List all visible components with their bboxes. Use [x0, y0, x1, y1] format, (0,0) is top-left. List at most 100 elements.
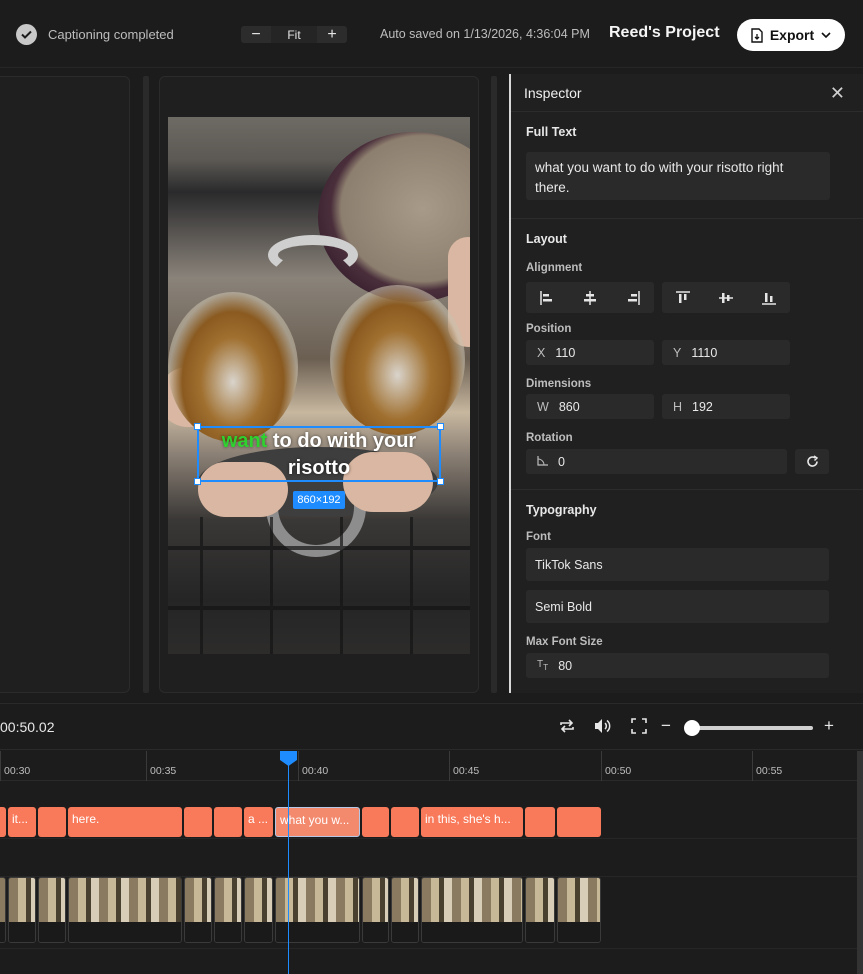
align-left-icon[interactable] — [532, 287, 562, 309]
clip-thumbnails — [558, 878, 600, 924]
caption-clip[interactable]: in this, she's h... — [421, 807, 523, 837]
timeline-zoom-in-icon[interactable]: + — [824, 716, 834, 736]
timeline-scrollbar[interactable] — [857, 751, 863, 974]
video-clip[interactable] — [421, 877, 523, 943]
position-y-field[interactable]: Y 1110 — [662, 340, 790, 365]
video-clip[interactable] — [244, 877, 273, 943]
export-button[interactable]: Export — [737, 19, 845, 51]
reset-rotation-button[interactable] — [795, 449, 829, 474]
resize-handle-bottom-left[interactable] — [194, 478, 201, 485]
clip-thumbnails — [245, 878, 272, 924]
timeline-zoom-out-icon[interactable]: − — [661, 716, 671, 736]
clip-thumbnails — [215, 878, 241, 924]
max-font-size-field[interactable]: TT 80 — [526, 653, 829, 678]
horizontal-alignment-group — [526, 282, 654, 313]
full-text-section: Full Text what you want to do with your … — [511, 112, 863, 219]
timeline-zoom-slider-track[interactable] — [686, 726, 813, 730]
full-text-input[interactable]: what you want to do with your risotto ri… — [526, 152, 830, 200]
zoom-fit-button[interactable]: Fit — [271, 26, 317, 43]
video-clip[interactable] — [362, 877, 389, 943]
caption-clip[interactable] — [362, 807, 389, 837]
inspector-title: Inspector — [524, 85, 582, 101]
caption-clip[interactable] — [557, 807, 601, 837]
video-clip[interactable] — [214, 877, 242, 943]
caption-clip[interactable] — [525, 807, 555, 837]
zoom-out-button[interactable]: − — [241, 26, 271, 43]
zoom-in-button[interactable]: + — [317, 26, 347, 43]
media-panel — [0, 76, 130, 693]
audio-waveform — [185, 922, 211, 942]
align-bottom-icon[interactable] — [754, 287, 784, 309]
video-clip[interactable] — [38, 877, 66, 943]
empty-track — [0, 839, 857, 877]
caption-selection-box[interactable] — [197, 426, 441, 482]
max-font-size-label: Max Font Size — [526, 636, 603, 648]
timeline-ruler[interactable]: 00:30 00:35 00:40 00:45 00:50 00:55 — [0, 751, 857, 781]
audio-waveform — [9, 922, 35, 942]
font-label: Font — [526, 531, 551, 543]
typography-section: Typography Font TikTok Sans Semi Bold Ma… — [511, 490, 863, 693]
resize-handle-top-right[interactable] — [437, 423, 444, 430]
font-weight-select[interactable]: Semi Bold — [526, 590, 829, 623]
alignment-label: Alignment — [526, 262, 583, 274]
close-icon[interactable]: ✕ — [830, 84, 845, 102]
width-field[interactable]: W 860 — [526, 394, 654, 419]
height-field[interactable]: H 192 — [662, 394, 790, 419]
layout-title: Layout — [526, 232, 567, 246]
timeline[interactable]: 00:30 00:35 00:40 00:45 00:50 00:55 it... here… — [0, 751, 857, 974]
clip-thumbnails — [0, 878, 5, 924]
video-clip[interactable] — [184, 877, 212, 943]
caption-clip[interactable] — [38, 807, 66, 837]
position-x-field[interactable]: X 110 — [526, 340, 654, 365]
dimensions-label: Dimensions — [526, 378, 592, 390]
caption-clip[interactable] — [0, 807, 6, 837]
h-value: 192 — [692, 399, 713, 414]
glass-image — [168, 292, 298, 442]
volume-icon[interactable] — [594, 718, 612, 739]
align-middle-vertical-icon[interactable] — [711, 287, 741, 309]
loop-icon[interactable] — [558, 718, 576, 739]
align-right-icon[interactable] — [618, 287, 648, 309]
rotation-field[interactable]: 0 — [526, 449, 787, 474]
stove-grate-image — [168, 517, 470, 654]
align-top-icon[interactable] — [668, 287, 698, 309]
video-clip[interactable] — [525, 877, 555, 943]
video-clip[interactable] — [0, 877, 6, 943]
caption-clip[interactable] — [184, 807, 212, 837]
video-clip[interactable] — [391, 877, 419, 943]
font-family-select[interactable]: TikTok Sans — [526, 548, 829, 581]
clip-thumbnails — [185, 878, 211, 924]
project-title[interactable]: Reed's Project — [609, 24, 720, 42]
rotate-icon — [806, 455, 818, 467]
video-clip[interactable] — [8, 877, 36, 943]
clip-thumbnails — [392, 878, 418, 924]
panel-resize-handle[interactable] — [143, 76, 149, 693]
video-clip[interactable] — [557, 877, 601, 943]
position-label: Position — [526, 323, 572, 335]
inspector-panel: Inspector ✕ Full Text what you want to d… — [509, 74, 863, 693]
transport-bar: 00:50.02 − + — [0, 703, 863, 750]
audio-waveform — [392, 922, 418, 942]
caption-clip[interactable]: here. — [68, 807, 182, 837]
fullscreen-icon[interactable] — [631, 718, 647, 739]
clip-thumbnails — [69, 878, 181, 924]
caption-clip[interactable] — [391, 807, 419, 837]
caption-clip[interactable]: it... — [8, 807, 36, 837]
panel-resize-handle[interactable] — [491, 76, 497, 693]
resize-handle-top-left[interactable] — [194, 423, 201, 430]
autosave-status: Auto saved on 1/13/2026, 4:36:04 PM — [380, 27, 590, 41]
align-center-horizontal-icon[interactable] — [575, 287, 605, 309]
resize-handle-bottom-right[interactable] — [437, 478, 444, 485]
timeline-zoom-slider-knob[interactable] — [684, 720, 700, 736]
file-export-icon — [751, 27, 763, 43]
video-clip[interactable] — [68, 877, 182, 943]
clip-thumbnails — [363, 878, 388, 924]
caption-clip[interactable]: a ... — [244, 807, 273, 837]
clip-thumbnails — [422, 878, 522, 924]
video-preview[interactable] — [168, 117, 470, 654]
status-text: Captioning completed — [48, 27, 174, 42]
caption-clip[interactable] — [214, 807, 242, 837]
font-size-icon: TT — [537, 659, 549, 672]
w-value: 860 — [558, 399, 580, 414]
chevron-down-icon — [821, 32, 831, 38]
